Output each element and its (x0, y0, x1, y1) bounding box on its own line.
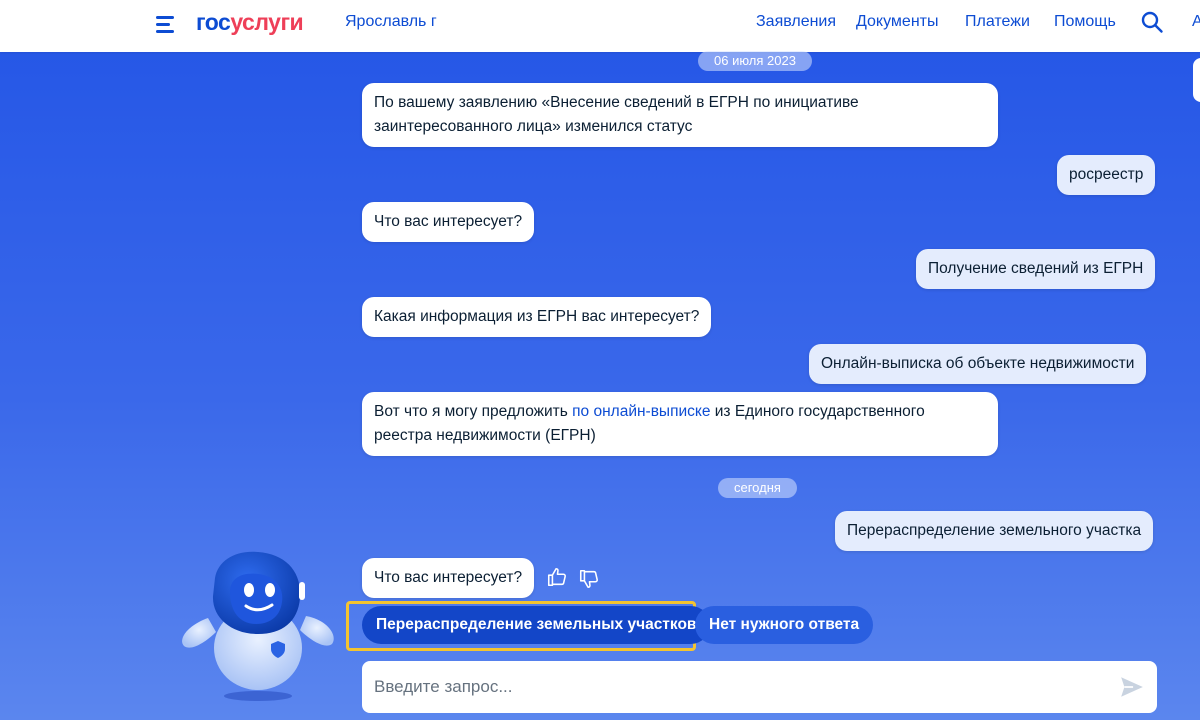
quick-reply-no-answer[interactable]: Нет нужного ответа (695, 606, 874, 644)
nav-payments[interactable]: Платежи (965, 13, 1030, 31)
date-divider: сегодня (718, 478, 797, 498)
send-icon[interactable] (1119, 674, 1145, 700)
user-message: Получение сведений из ЕГРН (916, 249, 1156, 289)
date-divider: 06 июля 2023 (698, 51, 812, 71)
thumbs-down-icon[interactable] (578, 568, 600, 590)
user-message: росреестр (1057, 155, 1156, 195)
quick-reply-land-redistribution[interactable]: Перераспределение земельных участков (362, 606, 711, 644)
gosuslugi-logo[interactable]: госуслуги (196, 9, 304, 36)
menu-icon[interactable] (156, 14, 178, 34)
bot-message: Что вас интересует? (362, 558, 535, 598)
message-input[interactable] (374, 661, 1104, 713)
robot-assistant-avatar (182, 551, 334, 701)
search-icon[interactable] (1140, 10, 1164, 34)
nav-help[interactable]: Помощь (1054, 13, 1116, 31)
bot-message: Вот что я могу предложить по онлайн-выпи… (362, 392, 998, 456)
message-text: Вот что я могу предложить (374, 403, 573, 420)
nav-applications[interactable]: Заявления (756, 13, 836, 31)
thumbs-up-icon[interactable] (546, 566, 568, 588)
top-bar: госуслуги Ярославль г Заявления Документ… (0, 0, 1200, 52)
user-message: Перераспределение земельного участка (835, 511, 1154, 551)
message-composer (362, 661, 1157, 713)
city-selector[interactable]: Ярославль г (345, 13, 437, 31)
bot-message: По вашему заявлению «Внесение сведений в… (362, 83, 998, 147)
user-message: Онлайн-выписка об объекте недвижимости (809, 344, 1147, 384)
scroll-up-button[interactable] (1193, 58, 1200, 102)
online-extract-link[interactable]: по онлайн-выписке (572, 403, 710, 420)
account-link[interactable]: А (1192, 13, 1200, 31)
bot-message: Что вас интересует? (362, 202, 535, 242)
nav-documents[interactable]: Документы (856, 13, 938, 31)
bot-message: Какая информация из ЕГРН вас интересует? (362, 297, 712, 337)
